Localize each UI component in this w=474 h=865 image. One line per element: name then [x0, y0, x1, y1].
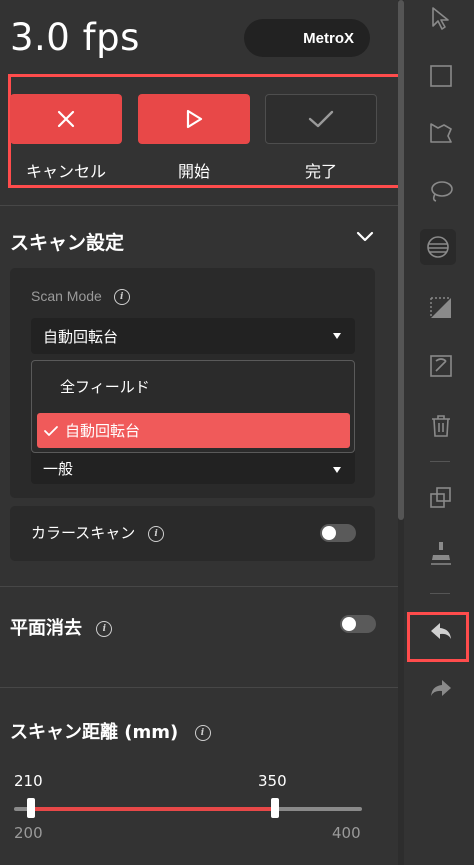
info-icon[interactable]: i [113, 289, 130, 306]
plane-removal-label: 平面消去 [10, 618, 82, 639]
start-label: 開始 [177, 162, 210, 181]
toolbar-separator [430, 593, 450, 594]
complete-button[interactable] [265, 94, 377, 144]
freeform-select-icon[interactable] [428, 178, 454, 204]
dropdown-option-auto-turntable[interactable]: 自動回転台 [37, 413, 350, 448]
dropdown-option-full-field[interactable]: 全フィールド [32, 371, 354, 401]
divider [0, 205, 398, 206]
slider-min-label: 200 [14, 824, 43, 842]
secondary-select-value: 一般 [43, 460, 74, 478]
slider-max-label: 400 [332, 824, 361, 842]
invert-select-icon[interactable] [428, 295, 454, 321]
dropdown-option-label: 全フィールド [60, 377, 150, 396]
fps-display: 3.0 fps [10, 16, 140, 59]
start-button[interactable] [138, 94, 250, 144]
lasso-select-icon[interactable] [428, 120, 454, 146]
plane-removal-row: 平面消去 i [10, 614, 113, 640]
play-icon [186, 109, 203, 129]
toggle-knob [322, 526, 336, 540]
scan-settings-title: スキャン設定 [10, 232, 125, 254]
color-scan-label: カラースキャン [31, 524, 136, 542]
plane-removal-toggle[interactable] [340, 615, 376, 633]
complete-label: 完了 [304, 162, 337, 181]
slider-high-handle[interactable] [271, 798, 279, 818]
range-slider-fill [31, 807, 275, 811]
cancel-label: キャンセル [25, 162, 106, 181]
redo-icon[interactable] [428, 675, 454, 701]
close-icon [57, 110, 75, 128]
slider-low-handle[interactable] [27, 798, 36, 818]
cancel-button[interactable] [10, 94, 122, 144]
chevron-down-icon[interactable] [355, 230, 375, 244]
color-scan-toggle[interactable] [320, 524, 356, 542]
rectangle-select-icon[interactable] [428, 63, 454, 89]
clean-brush-icon[interactable] [428, 540, 454, 566]
divider [0, 586, 398, 587]
dropdown-arrow-icon [333, 333, 341, 339]
scan-mode-dropdown: 全フィールド 自動回転台 [31, 360, 355, 453]
check-icon [44, 425, 58, 436]
scan-mode-label: Scan Mode [31, 288, 102, 304]
select-through-icon [427, 236, 449, 258]
dropdown-option-label: 自動回転台 [65, 422, 141, 440]
hide-icon[interactable] [428, 353, 454, 379]
toolbar-separator [430, 461, 450, 462]
cursor-icon[interactable] [428, 5, 454, 31]
scan-panel: 3.0 fps MetroX キャンセル 開始 完了 スキャン設定 Scan M… [0, 0, 398, 865]
device-selector[interactable]: MetroX [244, 19, 370, 57]
info-icon[interactable]: i [148, 525, 165, 542]
tool-sidebar [404, 0, 474, 865]
slider-high-value: 350 [258, 772, 287, 790]
scan-mode-value: 自動回転台 [43, 327, 119, 346]
info-icon[interactable]: i [96, 621, 113, 637]
scan-distance-row: スキャン距離 (mm) i [10, 718, 211, 744]
scan-mode-label-row: Scan Mode i [31, 288, 130, 306]
undo-icon[interactable] [428, 618, 454, 644]
toggle-knob [342, 617, 356, 631]
select-through-button[interactable] [420, 229, 456, 265]
check-icon [308, 110, 334, 128]
duplicate-icon[interactable] [428, 485, 454, 511]
scan-distance-title: スキャン距離 (mm) [10, 722, 179, 743]
delete-icon[interactable] [428, 413, 454, 439]
slider-low-value: 210 [14, 772, 43, 790]
divider [0, 687, 398, 688]
color-scan-row: カラースキャン i [31, 522, 165, 543]
scan-mode-select[interactable]: 自動回転台 [31, 318, 355, 354]
device-name: MetroX [303, 29, 354, 47]
dropdown-arrow-icon [333, 467, 341, 473]
info-icon[interactable]: i [194, 725, 211, 741]
